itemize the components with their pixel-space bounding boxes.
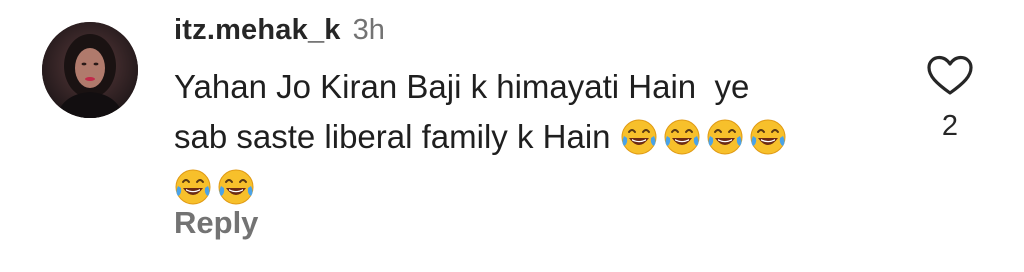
face-with-tears-of-joy-emoji [620,118,658,156]
comment-meta: itz.mehak_k 3h [174,14,385,50]
comment-text: Yahan Jo Kiran Baji k himayati Hain ye s… [174,62,894,212]
timestamp: 3h [352,14,385,46]
heart-outline-icon [927,55,973,95]
comment-text-line-2: sab saste liberal family k Hain [174,118,620,155]
emoji-group-line-3 [174,168,260,205]
emoji-group-line-2 [620,118,792,155]
face-with-tears-of-joy-emoji [706,118,744,156]
like-count: 2 [941,110,959,142]
comment: itz.mehak_k 3h Yahan Jo Kiran Baji k him… [0,0,1024,272]
username[interactable]: itz.mehak_k [174,14,341,47]
face-with-tears-of-joy-emoji [174,168,212,206]
comment-text-line-1: Yahan Jo Kiran Baji k himayati Hain ye [174,68,750,105]
face-with-tears-of-joy-emoji [749,118,787,156]
face-with-tears-of-joy-emoji [217,168,255,206]
like-button[interactable] [926,55,974,97]
reply-button[interactable]: Reply [174,205,258,241]
avatar-photo [42,22,138,118]
avatar[interactable] [42,22,138,118]
face-with-tears-of-joy-emoji [663,118,701,156]
